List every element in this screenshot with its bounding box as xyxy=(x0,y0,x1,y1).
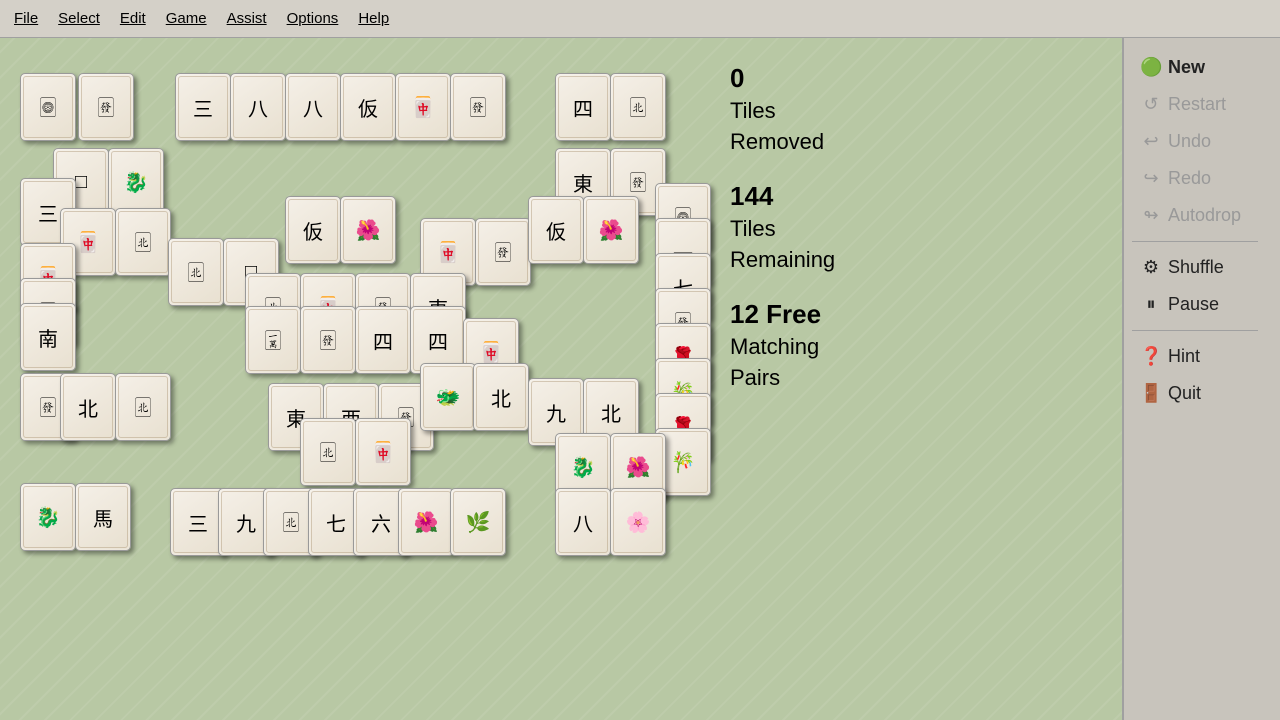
tiles-remaining-count: 144 xyxy=(730,178,1120,214)
autodrop-icon: ↬ xyxy=(1140,205,1162,226)
tile[interactable]: 🀄 xyxy=(395,73,451,141)
tile[interactable]: 北 xyxy=(473,363,529,431)
shuffle-icon: ⚙ xyxy=(1140,257,1162,278)
tile[interactable]: 八 xyxy=(230,73,286,141)
panel-btn-undo: ↩ Undo xyxy=(1132,126,1272,157)
tile[interactable]: 四 xyxy=(355,306,411,374)
tile[interactable]: 🀃 xyxy=(168,238,224,306)
tile[interactable]: 🐲 xyxy=(420,363,476,431)
menu-assist[interactable]: Assist xyxy=(217,6,277,31)
tile[interactable]: 🀅 xyxy=(475,218,531,286)
menu-file[interactable]: File xyxy=(4,6,48,31)
menu-select[interactable]: Select xyxy=(48,6,110,31)
panel-btn-restart: ↺ Restart xyxy=(1132,89,1272,120)
panel-btn-hint[interactable]: ❓ Hint xyxy=(1132,341,1272,372)
tile[interactable]: 仮 xyxy=(285,196,341,264)
tile[interactable]: 🀃 xyxy=(300,418,356,486)
hint-label: Hint xyxy=(1168,346,1200,367)
tile[interactable]: 仮 xyxy=(340,73,396,141)
tile[interactable]: 🀃 xyxy=(610,73,666,141)
panel-divider xyxy=(1132,330,1258,331)
tile[interactable]: 八 xyxy=(555,488,611,556)
tile[interactable]: 八 xyxy=(285,73,341,141)
panel-btn-quit[interactable]: 🚪 Quit xyxy=(1132,378,1272,409)
pause-label: Pause xyxy=(1168,294,1219,315)
tile[interactable]: 仮 xyxy=(528,196,584,264)
stats-area: 0 TilesRemoved 144 TilesRemaining 12 Fre… xyxy=(730,60,1120,394)
free-pairs-label: MatchingPairs xyxy=(730,332,1120,394)
undo-icon: ↩ xyxy=(1140,131,1162,152)
tile[interactable]: 🀅 xyxy=(78,73,134,141)
redo-label: Redo xyxy=(1168,168,1211,189)
tile[interactable]: 🀅 xyxy=(450,73,506,141)
tile[interactable]: 🌸 xyxy=(610,488,666,556)
tile[interactable]: 馬 xyxy=(75,483,131,551)
new-label: New xyxy=(1168,57,1205,78)
tile[interactable]: 🀃 xyxy=(115,208,171,276)
tile[interactable]: 四 xyxy=(555,73,611,141)
tile[interactable]: 🀅 xyxy=(300,306,356,374)
tile[interactable]: 🀇 xyxy=(245,306,301,374)
menubar: FileSelectEditGameAssistOptionsHelp xyxy=(0,0,1280,38)
tiles-remaining-label: TilesRemaining xyxy=(730,214,1120,276)
shuffle-label: Shuffle xyxy=(1168,257,1224,278)
panel-btn-redo: ↪ Redo xyxy=(1132,163,1272,194)
hint-icon: ❓ xyxy=(1140,346,1162,367)
tile[interactable]: 三 xyxy=(175,73,231,141)
tile[interactable]: 🀙 xyxy=(20,73,76,141)
tile[interactable]: 🐉 xyxy=(108,148,164,216)
menu-help[interactable]: Help xyxy=(348,6,399,31)
panel-btn-shuffle[interactable]: ⚙ Shuffle xyxy=(1132,252,1272,283)
menu-edit[interactable]: Edit xyxy=(110,6,156,31)
panel-btn-new[interactable]: 🟢 New xyxy=(1132,52,1272,83)
tile[interactable]: 南 xyxy=(20,303,76,371)
tile[interactable]: 🀃 xyxy=(115,373,171,441)
undo-label: Undo xyxy=(1168,131,1211,152)
quit-label: Quit xyxy=(1168,383,1201,404)
panel-btn-autodrop: ↬ Autodrop xyxy=(1132,200,1272,231)
new-icon: 🟢 xyxy=(1140,57,1162,78)
tiles-removed-count: 0 xyxy=(730,60,1120,96)
panel-btn-pause[interactable]: ⏸ Pause xyxy=(1132,289,1272,320)
tile[interactable]: 北 xyxy=(60,373,116,441)
restart-label: Restart xyxy=(1168,94,1226,115)
game-board: 🀙🀅三八八仮🀄🀅四🀃□🐉東🀅三🀄🀃仮🌺🀄🀅仮🌺🀙一🀄🀃□七🀅🀂🀃🀄🀅東🌹🎋南🀇🀅… xyxy=(20,48,740,628)
tiles-removed-label: TilesRemoved xyxy=(730,96,1120,158)
tile[interactable]: 🌿 xyxy=(450,488,506,556)
menu-game[interactable]: Game xyxy=(156,6,217,31)
quit-icon: 🚪 xyxy=(1140,383,1162,404)
restart-icon: ↺ xyxy=(1140,94,1162,115)
menu-options[interactable]: Options xyxy=(277,6,349,31)
right-panel: 🟢 New ↺ Restart ↩ Undo ↪ Redo ↬ Autodrop ⚙ Shuffle ⏸… xyxy=(1122,38,1280,720)
tile[interactable]: 🐉 xyxy=(20,483,76,551)
pause-icon: ⏸ xyxy=(1140,294,1162,315)
redo-icon: ↪ xyxy=(1140,168,1162,189)
free-pairs-count: 12 Free xyxy=(730,296,1120,332)
tile[interactable]: 🌺 xyxy=(398,488,454,556)
autodrop-label: Autodrop xyxy=(1168,205,1241,226)
tile[interactable]: 🌺 xyxy=(583,196,639,264)
tile[interactable]: 🌺 xyxy=(340,196,396,264)
panel-divider xyxy=(1132,241,1258,242)
tile[interactable]: 🀄 xyxy=(355,418,411,486)
